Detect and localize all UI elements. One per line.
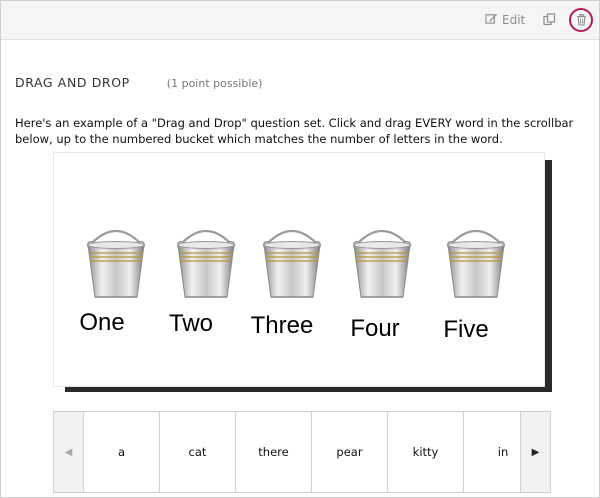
pencil-square-icon (485, 12, 498, 28)
bucket-4-icon (342, 225, 422, 305)
bucket-3-icon (252, 225, 332, 305)
scroll-left-arrow-icon[interactable]: ◀ (54, 412, 84, 492)
drag-item-pear[interactable]: pear (312, 412, 388, 492)
drag-item-there[interactable]: there (236, 412, 312, 492)
drag-item-in[interactable]: in (464, 412, 520, 492)
problem-header: DRAG AND DROP (1 point possible) (15, 75, 262, 90)
problem-description: Here's an example of a "Drag and Drop" q… (15, 116, 574, 146)
trash-icon (576, 11, 587, 30)
edit-button[interactable]: Edit (485, 11, 525, 29)
bucket-label-five: Five (443, 316, 489, 343)
bucket-5-icon (436, 225, 516, 305)
edit-label: Edit (502, 13, 526, 27)
bucket-label-two: Two (168, 310, 213, 337)
bucket-label-four: Four (350, 315, 400, 342)
points-possible: (1 point possible) (166, 77, 263, 90)
duplicate-button[interactable] (540, 11, 558, 29)
bucket-label-three: Three (250, 312, 314, 339)
bucket-label-one: One (79, 309, 125, 336)
drag-item-a[interactable]: a (84, 412, 160, 492)
copy-icon (542, 11, 556, 30)
drag-items-scroller: ◀ a cat there pear kitty in ▶ (53, 411, 551, 493)
drag-items-track: a cat there pear kitty in (84, 412, 520, 492)
delete-button[interactable] (569, 8, 593, 32)
drop-target-image: One Two Three Four Five (53, 152, 545, 387)
problem-frame: Edit DRAG AND DROP (1 point possible) He… (0, 0, 600, 498)
bucket-2-icon (166, 225, 246, 305)
bucket-1-icon (76, 225, 156, 305)
drag-item-kitty[interactable]: kitty (388, 412, 464, 492)
problem-title: DRAG AND DROP (15, 75, 130, 90)
component-toolbar: Edit (1, 1, 599, 40)
drag-item-cat[interactable]: cat (160, 412, 236, 492)
scroll-right-arrow-icon[interactable]: ▶ (520, 412, 550, 492)
